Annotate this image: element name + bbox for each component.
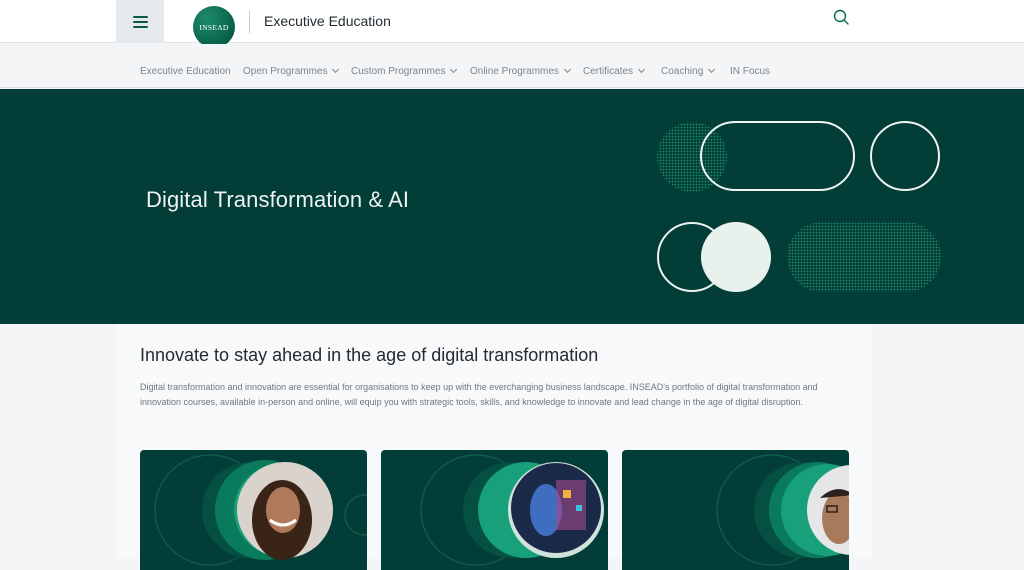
header-divider xyxy=(249,10,250,33)
top-header: INSEAD Executive Education xyxy=(0,0,1024,48)
programme-card[interactable] xyxy=(622,450,849,570)
programme-card[interactable] xyxy=(140,450,367,570)
nav-item-open-programmes[interactable]: Open Programmes xyxy=(243,65,340,77)
intro-section: Innovate to stay ahead in the age of dig… xyxy=(116,324,872,570)
nav-item-in-focus[interactable]: IN Focus xyxy=(730,66,770,77)
hero-decorative-shapes xyxy=(657,121,941,292)
ai-face-illustration xyxy=(420,454,604,566)
logo-text: INSEAD xyxy=(199,22,229,32)
nav-item-executive-education[interactable]: Executive Education xyxy=(140,66,231,77)
site-title[interactable]: Executive Education xyxy=(264,13,391,29)
chevron-down-icon xyxy=(708,65,716,74)
chevron-down-icon xyxy=(332,65,340,74)
hero-title: Digital Transformation & AI xyxy=(146,187,410,212)
chevron-down-icon xyxy=(450,65,458,74)
search-button[interactable] xyxy=(830,6,852,28)
woman-portrait-photo xyxy=(154,454,367,566)
nav-item-coaching[interactable]: Coaching xyxy=(661,65,716,77)
search-icon xyxy=(833,9,849,25)
menu-button[interactable] xyxy=(116,0,164,43)
nav-item-label: Certificates xyxy=(583,66,634,77)
nav-item-label: Coaching xyxy=(661,66,704,77)
hamburger-menu-icon xyxy=(132,13,148,31)
intro-heading: Innovate to stay ahead in the age of dig… xyxy=(140,345,599,365)
main-navigation: Executive Education Open Programmes Cust… xyxy=(0,44,1024,88)
nav-item-label: IN Focus xyxy=(730,66,771,77)
intro-body: Digital transformation and innovation ar… xyxy=(140,382,818,407)
man-portrait-photo xyxy=(716,454,849,566)
nav-item-label: Open Programmes xyxy=(243,66,328,77)
hero-banner: Digital Transformation & AI xyxy=(0,89,1024,324)
nav-item-label: Custom Programmes xyxy=(351,66,446,77)
nav-item-label: Online Programmes xyxy=(470,66,559,77)
nav-item-online-programmes[interactable]: Online Programmes xyxy=(470,65,571,77)
chevron-down-icon xyxy=(637,65,646,74)
nav-item-label: Executive Education xyxy=(140,66,231,77)
insead-logo[interactable]: INSEAD xyxy=(193,6,235,48)
nav-item-custom-programmes[interactable]: Custom Programmes xyxy=(351,65,458,77)
programme-card[interactable] xyxy=(381,450,608,570)
chevron-down-icon xyxy=(563,65,571,74)
nav-item-certificates[interactable]: Certificates xyxy=(583,65,646,77)
